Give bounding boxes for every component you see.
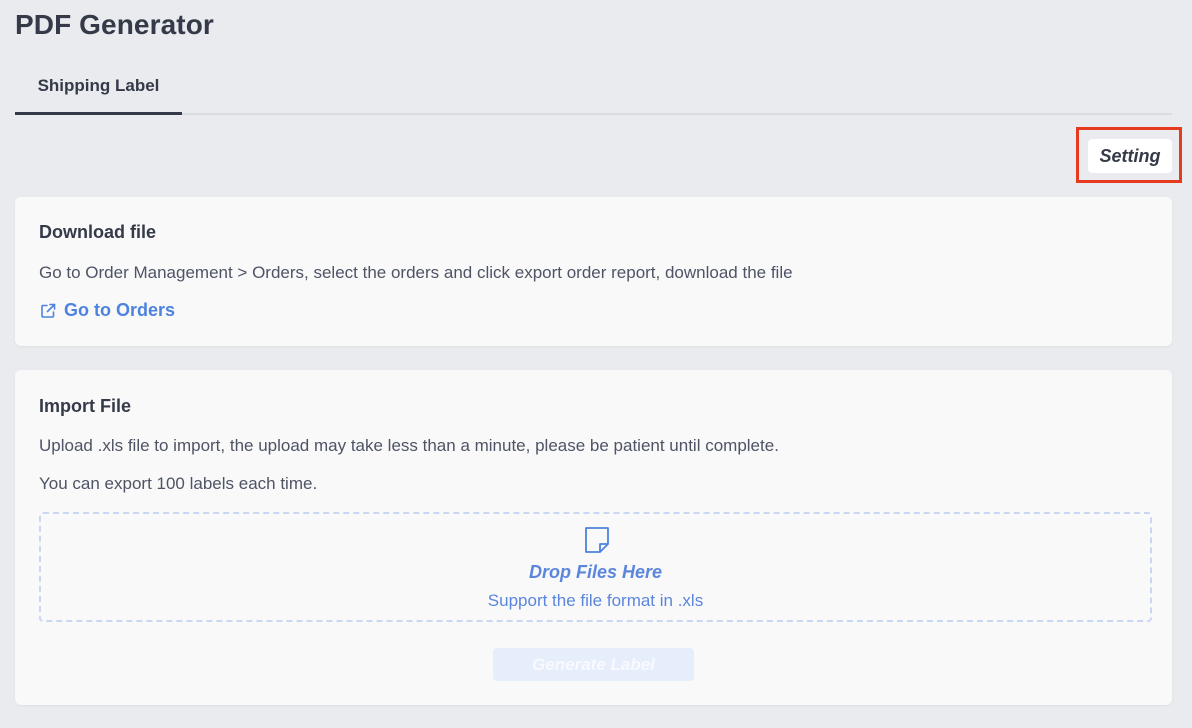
import-file-card: Import File Upload .xls file to import, … xyxy=(15,370,1172,705)
tab-label: Shipping Label xyxy=(37,76,160,95)
setting-button[interactable]: Setting xyxy=(1088,139,1172,173)
file-icon xyxy=(584,526,610,554)
import-file-description: Upload .xls file to import, the upload m… xyxy=(39,436,779,455)
download-file-description: Go to Order Management > Orders, select … xyxy=(39,263,793,282)
import-file-title: Import File xyxy=(39,396,132,416)
pdf-generator-page: PDF Generator Shipping Label Setting Dow… xyxy=(0,0,1192,728)
page-title: PDF Generator xyxy=(15,9,214,40)
external-link-icon xyxy=(39,302,57,320)
dropzone-subtitle: Support the file format in .xls xyxy=(487,591,704,610)
tab-bar: Shipping Label xyxy=(15,66,1172,115)
setting-button-label: Setting xyxy=(1099,145,1161,166)
generate-label-button[interactable]: Generate Label xyxy=(493,648,694,681)
generate-label-text: Generate Label xyxy=(532,654,655,674)
go-to-orders-link[interactable]: Go to Orders xyxy=(39,300,175,321)
tab-shipping-label[interactable]: Shipping Label xyxy=(15,66,182,115)
dropzone-title: Drop Files Here xyxy=(528,562,663,582)
file-dropzone[interactable]: Drop Files Here Support the file format … xyxy=(39,512,1152,622)
export-limit-note: You can export 100 labels each time. xyxy=(39,474,318,493)
download-file-card: Download file Go to Order Management > O… xyxy=(15,197,1172,346)
go-to-orders-label: Go to Orders xyxy=(64,300,176,320)
download-file-title: Download file xyxy=(39,222,156,242)
